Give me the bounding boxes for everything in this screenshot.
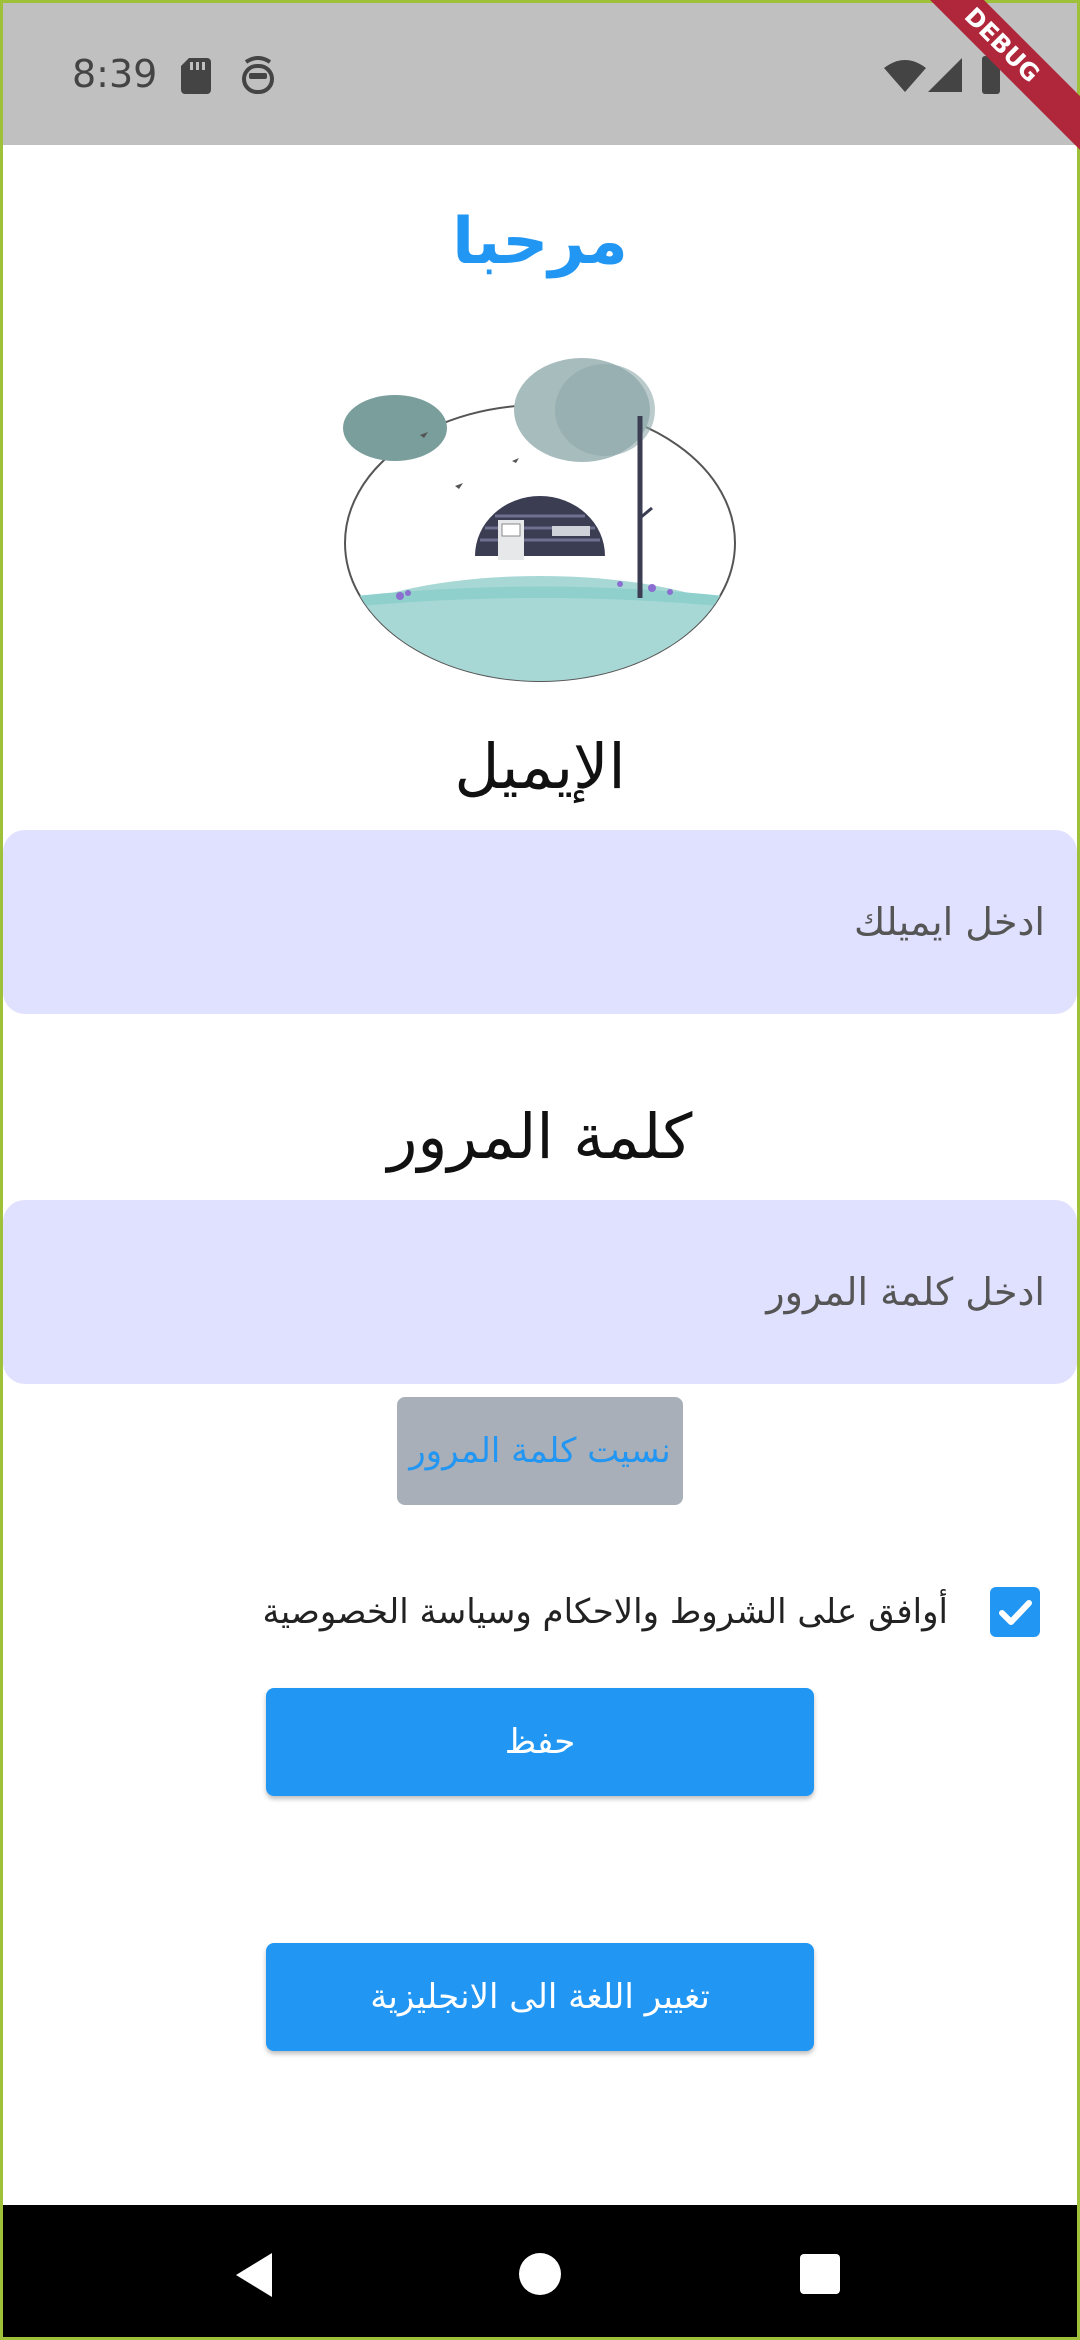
password-placeholder: ادخل كلمة المرور [766,1270,1045,1314]
save-button[interactable]: حفظ [266,1688,814,1796]
face-icon [242,56,274,94]
recents-icon[interactable] [800,2254,840,2294]
back-icon[interactable] [236,2253,276,2297]
landscape-illustration [343,358,736,682]
navigation-bar [0,2205,1080,2340]
terms-checkbox[interactable] [990,1587,1040,1637]
change-language-button[interactable]: تغيير اللغة الى الانجليزية [266,1943,814,2051]
email-field[interactable]: ادخل ايميلك [3,830,1077,1014]
email-label: الإيميل [454,730,626,803]
terms-label: أوافق على الشروط والاحكام وسياسة الخصوصي… [262,1592,948,1632]
page-title: مرحبا [452,205,628,279]
wifi-icon [884,60,926,92]
status-time: 8:39 [72,52,158,96]
sd-card-icon [181,58,211,94]
password-label: كلمة المرور [387,1100,693,1173]
home-icon[interactable] [519,2253,561,2295]
email-placeholder: ادخل ايميلك [853,900,1045,944]
signal-icon [928,58,962,92]
forgot-password-button[interactable]: نسيت كلمة المرور [397,1397,683,1505]
check-icon [999,1600,1032,1625]
status-bar: 8:39 [0,0,1080,145]
password-field[interactable]: ادخل كلمة المرور [3,1200,1077,1384]
